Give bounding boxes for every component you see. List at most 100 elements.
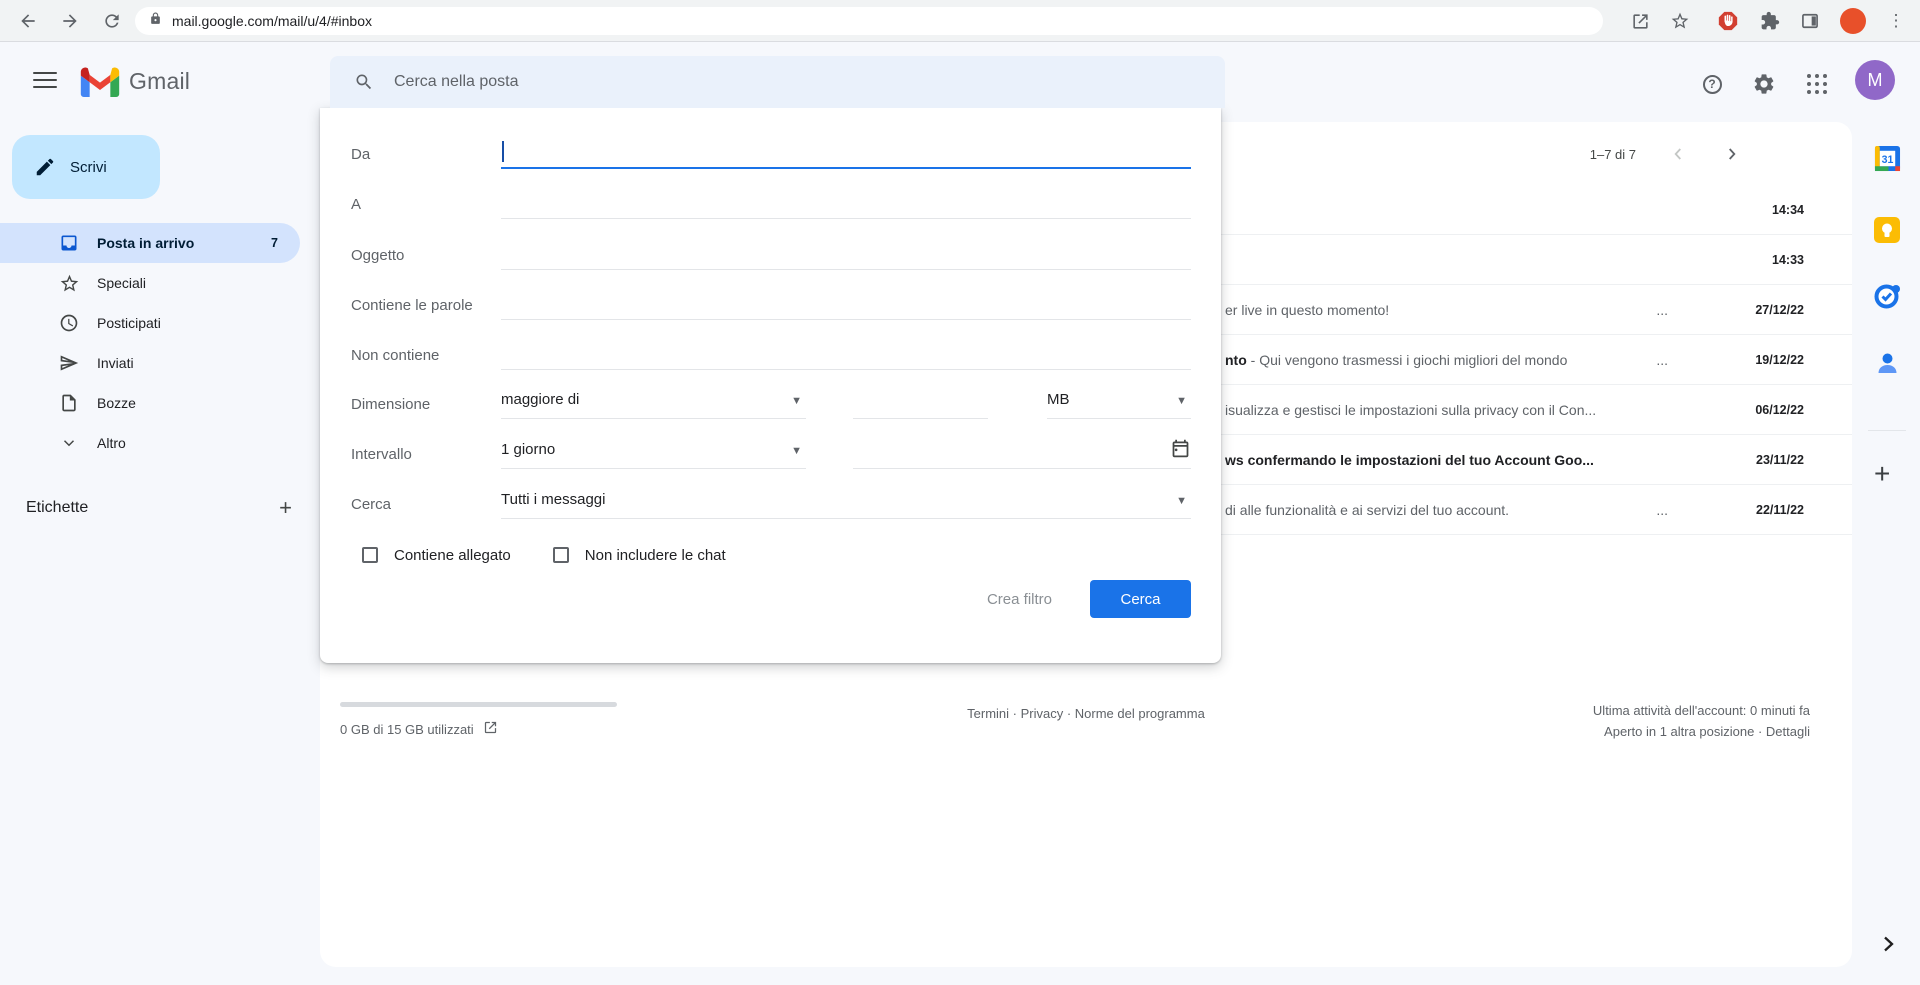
exclude-chats-checkbox-group[interactable]: Non includere le chat [553, 547, 726, 564]
clock-icon [57, 311, 81, 335]
send-icon [57, 351, 81, 375]
email-date: 23/11/22 [1732, 453, 1804, 467]
sidebar-item-label: Speciali [97, 275, 146, 291]
browser-reload-icon[interactable] [100, 9, 124, 33]
compose-button[interactable]: Scrivi [12, 135, 160, 199]
svg-text:31: 31 [1881, 154, 1893, 166]
email-date: 14:34 [1732, 203, 1804, 217]
tasks-app-icon[interactable] [1872, 283, 1902, 309]
browser-toolbar: mail.google.com/mail/u/4/#inbox ⋮ [0, 0, 1920, 42]
sidebar-item-starred[interactable]: Speciali [0, 263, 300, 303]
sidebar-item-label: Inviati [97, 355, 134, 371]
google-apps-grid-icon[interactable] [1797, 64, 1837, 104]
share-icon[interactable] [1628, 9, 1652, 33]
advanced-search-panel: Da A Oggetto Contiene le parole Non cont… [320, 108, 1221, 663]
search-bar[interactable]: Cerca nella posta [330, 56, 1225, 108]
date-input[interactable] [853, 439, 1191, 469]
sidebar-item-sent[interactable]: Inviati [0, 343, 300, 383]
url-text: mail.google.com/mail/u/4/#inbox [172, 13, 372, 29]
browser-profile-avatar[interactable] [1840, 8, 1866, 34]
inbox-count-badge: 7 [271, 236, 278, 250]
search-submit-button[interactable]: Cerca [1090, 580, 1191, 618]
date-range-select[interactable]: 1 giorno▼ [501, 439, 806, 469]
chevron-down-icon [57, 431, 81, 455]
sidebar-item-more[interactable]: Altro [0, 423, 300, 463]
sidebar-item-label: Posticipati [97, 315, 161, 331]
sidebar-item-inbox[interactable]: Posta in arrivo 7 [0, 223, 300, 263]
address-bar[interactable]: mail.google.com/mail/u/4/#inbox [135, 7, 1603, 35]
open-locations-text[interactable]: Aperto in 1 altra posizione · Dettagli [1593, 721, 1810, 742]
calendar-app-icon[interactable]: 31 [1872, 145, 1902, 172]
older-page-icon[interactable] [1720, 142, 1744, 166]
create-filter-button[interactable]: Crea filtro [987, 591, 1052, 608]
inbox-icon [57, 231, 81, 255]
rail-divider [1868, 430, 1906, 431]
storage-progress-bar [340, 702, 617, 707]
footer-links[interactable]: Termini · Privacy · Norme del programma [636, 706, 1536, 721]
gmail-logo: Gmail [80, 66, 190, 97]
labels-title: Etichette [26, 499, 88, 517]
pagination-range: 1–7 di 7 [1590, 147, 1636, 162]
has-attachment-checkbox[interactable] [362, 547, 378, 563]
sidebar-item-label: Posta in arrivo [97, 235, 194, 251]
search-icon[interactable] [342, 60, 386, 104]
size-operator-select[interactable]: maggiore di▼ [501, 389, 806, 419]
pencil-icon [34, 156, 56, 178]
sidebar-item-label: Bozze [97, 395, 136, 411]
help-icon[interactable]: ? [1692, 64, 1732, 104]
gmail-m-icon [80, 66, 120, 97]
date-range-label: Intervallo [351, 446, 501, 463]
contacts-app-icon[interactable] [1872, 350, 1902, 377]
search-scope-select[interactable]: Tutti i messaggi▼ [501, 489, 1191, 519]
doesnt-have-input[interactable] [501, 340, 1191, 370]
to-input[interactable] [501, 189, 1191, 219]
labels-section: Etichette + [26, 498, 292, 518]
search-input[interactable]: Cerca nella posta [394, 73, 519, 91]
browser-forward-icon[interactable] [58, 9, 82, 33]
extensions-puzzle-icon[interactable] [1758, 9, 1782, 33]
browser-menu-kebab-icon[interactable]: ⋮ [1884, 9, 1908, 33]
to-label: A [351, 196, 501, 213]
from-input[interactable] [501, 139, 1191, 169]
exclude-chats-checkbox[interactable] [553, 547, 569, 563]
size-value-input[interactable] [853, 389, 988, 419]
gmail-screen: mail.google.com/mail/u/4/#inbox ⋮ [0, 0, 1920, 985]
star-icon [57, 271, 81, 295]
doesnt-have-label: Non contiene [351, 347, 501, 364]
newer-page-icon[interactable] [1666, 142, 1690, 166]
email-date: 14:33 [1732, 253, 1804, 267]
keep-app-icon[interactable] [1872, 217, 1902, 243]
has-attachment-checkbox-group[interactable]: Contiene allegato [362, 547, 511, 564]
storage-text: 0 GB di 15 GB utilizzati [340, 722, 474, 737]
has-words-input[interactable] [501, 290, 1191, 320]
sidebar-item-label: Altro [97, 435, 126, 451]
show-side-panel-icon[interactable] [1876, 932, 1900, 961]
subject-label: Oggetto [351, 247, 501, 264]
side-panel-icon[interactable] [1798, 9, 1822, 33]
sidebar-item-snoozed[interactable]: Posticipati [0, 303, 300, 343]
add-label-icon[interactable]: + [279, 498, 292, 518]
sidebar-item-drafts[interactable]: Bozze [0, 383, 300, 423]
browser-back-icon[interactable] [16, 9, 40, 33]
external-link-icon[interactable] [483, 720, 498, 738]
dropdown-arrow-icon: ▼ [791, 441, 806, 457]
lock-icon[interactable] [149, 12, 162, 30]
draft-file-icon [57, 391, 81, 415]
settings-gear-icon[interactable] [1744, 64, 1784, 104]
dropdown-arrow-icon: ▼ [1176, 491, 1191, 507]
subject-input[interactable] [501, 240, 1191, 270]
account-avatar[interactable]: M [1855, 60, 1895, 100]
bookmark-star-icon[interactable] [1668, 9, 1692, 33]
gmail-logo-text: Gmail [129, 68, 190, 95]
text-caret [502, 141, 504, 162]
email-date: 19/12/22 [1732, 353, 1804, 367]
search-scope-label: Cerca [351, 496, 501, 513]
main-menu-icon[interactable] [33, 72, 57, 88]
size-label: Dimensione [351, 396, 501, 413]
add-addon-icon[interactable]: + [1874, 458, 1890, 490]
calendar-picker-icon[interactable] [1170, 438, 1191, 464]
adblock-extension-icon[interactable] [1716, 9, 1740, 33]
pagination: 1–7 di 7 [1590, 142, 1744, 166]
size-unit-select[interactable]: MB▼ [1047, 389, 1191, 419]
compose-label: Scrivi [70, 159, 107, 176]
